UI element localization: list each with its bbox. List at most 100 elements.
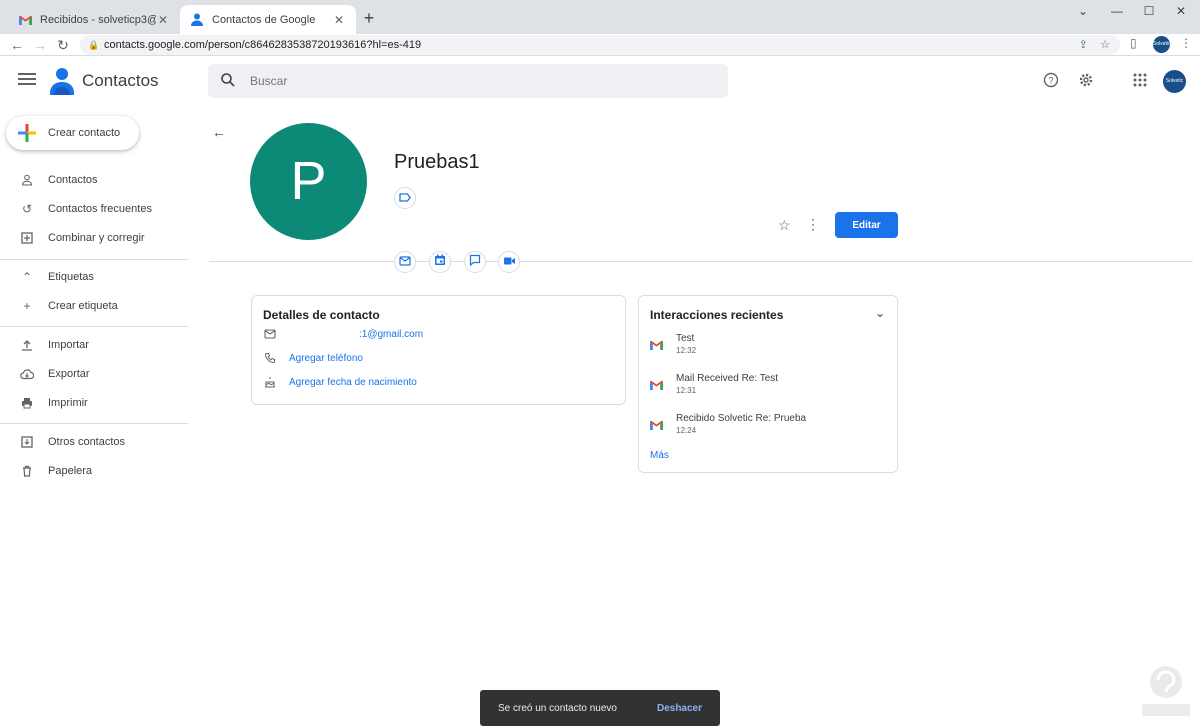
sidebar-item-label: Otros contactos xyxy=(48,436,126,448)
history-icon: ↺ xyxy=(21,202,33,216)
favorite-star-icon[interactable]: ☆ xyxy=(778,217,791,234)
phone-row: Agregar teléfono xyxy=(263,350,363,366)
plus-icon: + xyxy=(23,299,31,313)
colorful-plus-icon xyxy=(18,124,36,142)
recent-interactions-card: Interacciones recientes ⌄ Test 12:32 Mai… xyxy=(638,295,898,473)
close-window-icon[interactable]: ✕ xyxy=(1166,4,1196,18)
sidebar-divider xyxy=(0,326,188,327)
browser-toolbar: ← → ↻ 🔒 contacts.google.com/person/c8646… xyxy=(0,34,1200,56)
card-title: Detalles de contacto xyxy=(263,308,380,322)
share-icon[interactable]: ⇪ xyxy=(1079,39,1088,51)
sidebar-item-label: Crear etiqueta xyxy=(48,300,118,312)
sidebar-item-label: Contactos xyxy=(48,174,98,186)
create-contact-button[interactable]: Crear contacto xyxy=(6,116,139,150)
lock-icon: 🔒 xyxy=(88,40,100,50)
side-panel-icon[interactable]: ▯ xyxy=(1130,36,1137,50)
send-message-button[interactable] xyxy=(464,251,486,273)
email-icon xyxy=(263,327,277,341)
sidebar-item-label: Importar xyxy=(48,339,89,351)
tab-title: Recibidos - solveticp3@gmail.co xyxy=(40,13,156,26)
more-interactions-link[interactable]: Más xyxy=(650,450,669,461)
close-tab-icon[interactable]: ✕ xyxy=(332,13,346,27)
add-label-button[interactable] xyxy=(394,187,416,209)
archive-icon xyxy=(20,435,34,449)
sidebar-item-print[interactable]: Imprimir xyxy=(0,391,188,415)
sidebar-divider xyxy=(0,423,188,424)
settings-gear-icon[interactable] xyxy=(1078,72,1096,90)
back-nav-icon[interactable]: ← xyxy=(8,36,26,54)
search-input[interactable] xyxy=(250,72,710,90)
sidebar-item-trash[interactable]: Papelera xyxy=(0,459,188,483)
chevron-down-icon[interactable]: ⌄ xyxy=(875,306,885,320)
email-link[interactable]: :1@gmail.com xyxy=(359,329,423,340)
gmail-icon xyxy=(18,13,32,27)
edit-button[interactable]: Editar xyxy=(835,212,898,238)
search-bar[interactable] xyxy=(208,64,728,98)
address-bar[interactable]: 🔒 contacts.google.com/person/c8646283538… xyxy=(80,35,1120,55)
app-title: Contactos xyxy=(82,71,159,90)
main-menu-icon[interactable] xyxy=(18,70,36,92)
cloud-download-icon xyxy=(20,367,34,381)
add-phone-link[interactable]: Agregar teléfono xyxy=(289,353,363,364)
header-divider xyxy=(209,261,1193,262)
help-icon[interactable]: ? xyxy=(1043,72,1061,90)
trash-icon xyxy=(20,464,34,478)
send-email-button[interactable] xyxy=(394,251,416,273)
tab-gmail[interactable]: Recibidos - solveticp3@gmail.co ✕ xyxy=(8,5,180,34)
sidebar-item-create-label[interactable]: + Crear etiqueta xyxy=(0,294,188,318)
sidebar-item-import[interactable]: Importar xyxy=(0,333,188,357)
phone-icon xyxy=(263,351,277,365)
snackbar: Se creó un contacto nuevo Deshacer xyxy=(480,690,720,726)
gmail-icon xyxy=(650,337,663,355)
gmail-icon xyxy=(650,377,663,395)
back-arrow-icon[interactable]: ← xyxy=(212,124,226,140)
sidebar-item-frequent[interactable]: ↺ Contactos frecuentes xyxy=(0,197,188,221)
account-avatar[interactable]: Solvetic xyxy=(1163,70,1186,93)
minimize-icon[interactable]: — xyxy=(1102,4,1132,18)
maximize-icon[interactable]: ☐ xyxy=(1134,4,1164,18)
close-tab-icon[interactable]: ✕ xyxy=(156,13,170,27)
gmail-icon xyxy=(650,417,663,435)
add-birthday-link[interactable]: Agregar fecha de nacimiento xyxy=(289,377,417,388)
interaction-subject: Recibido Solvetic Re: Prueba xyxy=(676,413,807,424)
sidebar-item-label: Imprimir xyxy=(48,397,88,409)
video-call-button[interactable] xyxy=(498,251,520,273)
sidebar-item-label: Papelera xyxy=(48,465,93,477)
tab-title: Contactos de Google xyxy=(212,13,316,26)
browser-profile-avatar[interactable]: Solvetic xyxy=(1153,36,1171,53)
new-tab-icon[interactable]: + xyxy=(360,9,378,27)
sidebar-item-merge[interactable]: Combinar y corregir xyxy=(0,226,188,250)
contact-details-card: Detalles de contacto :1@gmail.com Agrega… xyxy=(251,295,626,405)
tab-contacts[interactable]: Contactos de Google ✕ xyxy=(180,5,356,34)
merge-icon xyxy=(20,231,34,245)
browser-menu-icon[interactable]: ⋮ xyxy=(1180,36,1192,50)
sidebar-item-labels[interactable]: ⌃ Etiquetas xyxy=(0,265,188,289)
sidebar-item-other-contacts[interactable]: Otros contactos xyxy=(0,430,188,454)
contacts-logo-icon xyxy=(50,67,74,95)
forward-nav-icon[interactable]: → xyxy=(31,36,49,54)
apps-grid-icon[interactable] xyxy=(1132,72,1150,90)
sidebar-item-export[interactable]: Exportar xyxy=(0,362,188,386)
browser-tab-strip: Recibidos - solveticp3@gmail.co ✕ Contac… xyxy=(0,0,1200,34)
snackbar-message: Se creó un contacto nuevo xyxy=(498,702,617,714)
svg-text:?: ? xyxy=(1048,76,1053,86)
sidebar-item-contacts[interactable]: Contactos xyxy=(0,168,188,192)
contacts-favicon-icon xyxy=(190,13,204,27)
reload-icon[interactable]: ↻ xyxy=(54,36,72,54)
more-options-icon[interactable]: ⋮ xyxy=(806,216,820,233)
schedule-event-button[interactable] xyxy=(429,251,451,273)
contact-avatar[interactable]: P xyxy=(250,123,367,240)
email-icon xyxy=(399,253,411,271)
video-icon xyxy=(503,253,516,271)
interaction-subject: Mail Received Re: Test xyxy=(676,373,779,384)
calendar-icon xyxy=(434,253,446,271)
tab-search-icon[interactable]: ⌄ xyxy=(1068,4,1098,18)
interaction-time: 12:24 xyxy=(676,426,697,435)
search-icon[interactable] xyxy=(220,72,236,93)
undo-button[interactable]: Deshacer xyxy=(657,703,702,714)
email-row: :1@gmail.com xyxy=(263,326,423,342)
bookmark-star-icon[interactable]: ☆ xyxy=(1100,39,1110,51)
watermark-logo-icon xyxy=(1136,660,1196,722)
chevron-up-icon: ⌃ xyxy=(21,270,33,284)
url-text: contacts.google.com/person/c864628353872… xyxy=(104,39,422,51)
